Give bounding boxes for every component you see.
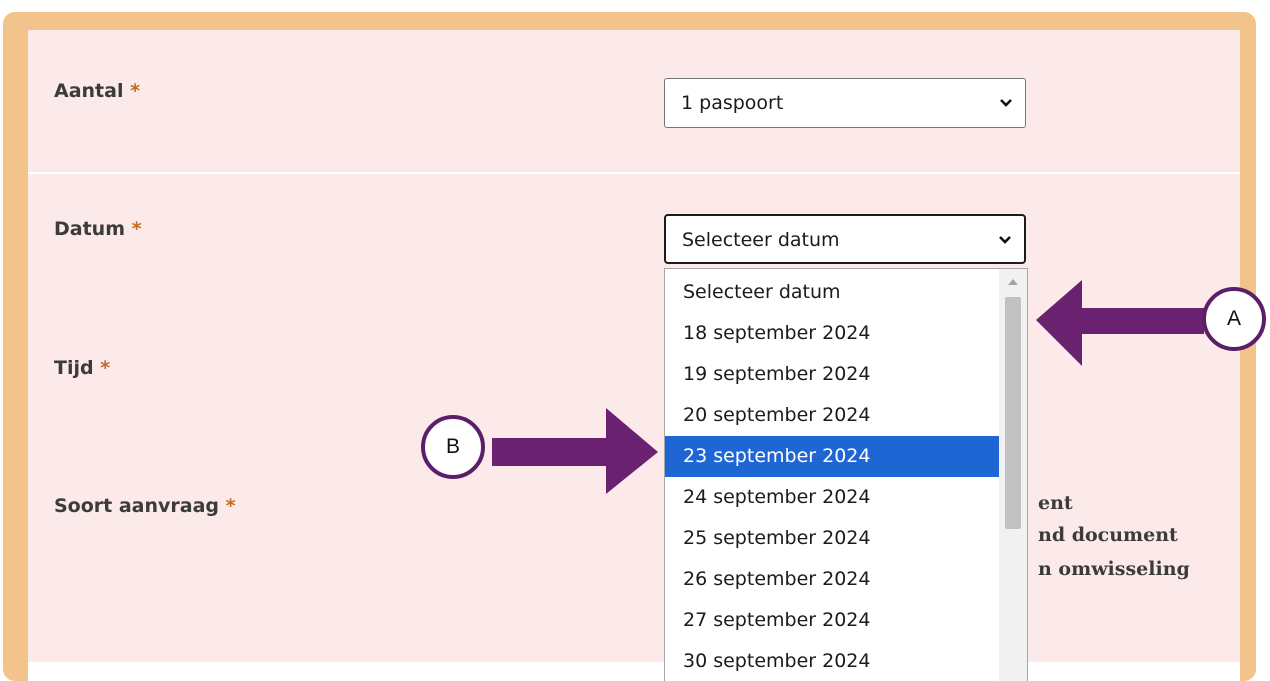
- required-star: *: [130, 80, 141, 102]
- aantal-select[interactable]: 1 paspoort: [664, 78, 1026, 128]
- tijd-label-text: Tijd: [54, 357, 94, 379]
- required-star: *: [131, 218, 142, 240]
- aantal-label-text: Aantal: [54, 80, 124, 102]
- datum-option[interactable]: Selecteer datum: [665, 272, 999, 313]
- row-divider: [28, 172, 1240, 174]
- soort-aanvraag-label-text: Soort aanvraag: [54, 495, 220, 517]
- annotation-arrow-b: [492, 408, 658, 494]
- annotation-label-b: B: [445, 435, 460, 458]
- soort-option-1[interactable]: ent: [1038, 492, 1073, 514]
- annotation-label-a: A: [1226, 307, 1241, 330]
- tijd-label: Tijd *: [54, 357, 110, 379]
- scroll-up-icon[interactable]: [1008, 279, 1018, 285]
- required-star: *: [225, 495, 236, 517]
- dropdown-scrollbar[interactable]: [999, 269, 1027, 681]
- chevron-down-icon: [1000, 99, 1012, 107]
- datum-option[interactable]: 27 september 2024: [665, 600, 999, 641]
- annotation-badge-b: B: [421, 415, 485, 479]
- datum-option[interactable]: 30 september 2024: [665, 641, 999, 681]
- soort-option-3[interactable]: n omwisseling: [1038, 558, 1190, 580]
- annotation-arrow-a: [1036, 280, 1204, 366]
- datum-option[interactable]: 25 september 2024: [665, 518, 999, 559]
- datum-select[interactable]: Selecteer datum: [664, 214, 1026, 264]
- aantal-label: Aantal *: [54, 80, 140, 102]
- annotation-badge-a: A: [1202, 287, 1266, 351]
- datum-label: Datum *: [54, 218, 142, 240]
- datum-option[interactable]: 20 september 2024: [665, 395, 999, 436]
- chevron-down-icon: [999, 236, 1011, 244]
- datum-option[interactable]: 26 september 2024: [665, 559, 999, 600]
- datum-option[interactable]: 24 september 2024: [665, 477, 999, 518]
- datum-option[interactable]: 19 september 2024: [665, 354, 999, 395]
- required-star: *: [100, 357, 111, 379]
- aantal-select-value: 1 paspoort: [681, 92, 784, 114]
- datum-option[interactable]: 18 september 2024: [665, 313, 999, 354]
- card-bottom-divider: [28, 662, 1240, 681]
- datum-select-value: Selecteer datum: [682, 229, 840, 251]
- soort-option-2[interactable]: nd document: [1038, 524, 1178, 546]
- datum-dropdown-list[interactable]: Selecteer datum 18 september 2024 19 sep…: [664, 268, 1028, 681]
- scrollbar-thumb[interactable]: [1005, 297, 1021, 529]
- datum-label-text: Datum: [54, 218, 125, 240]
- soort-aanvraag-label: Soort aanvraag *: [54, 495, 236, 517]
- datum-option-highlighted[interactable]: 23 september 2024: [665, 436, 999, 477]
